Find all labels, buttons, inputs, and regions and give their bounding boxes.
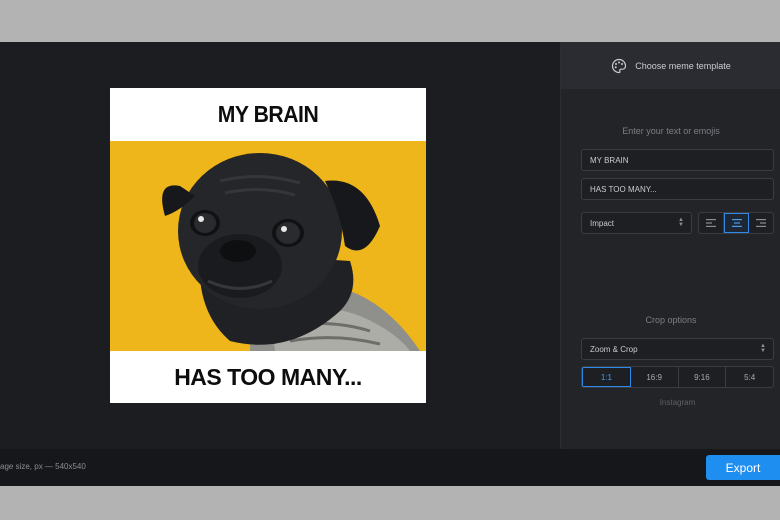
text-section-label: Enter your text or emojis xyxy=(622,126,720,136)
meme-preview[interactable]: MY BRAIN HAS TOO MANY... xyxy=(110,88,426,403)
ratio-16-9-button[interactable]: 16:9 xyxy=(631,367,679,387)
choose-template-button[interactable]: Choose meme template xyxy=(561,42,780,89)
ratio-9-16-button[interactable]: 9:16 xyxy=(679,367,727,387)
bottom-text-input[interactable]: HAS TOO MANY... xyxy=(581,178,774,200)
canvas-area: MY BRAIN HAS TOO MANY... xyxy=(0,42,560,449)
editor-sidebar: Choose meme template Enter your text or … xyxy=(560,42,780,449)
align-right-button[interactable] xyxy=(749,213,773,233)
ratio-5-4-button[interactable]: 5:4 xyxy=(726,367,773,387)
select-arrows-icon: ▲ ▼ xyxy=(760,343,766,354)
crop-section-label: Crop options xyxy=(645,315,697,325)
ratio-1-1-button[interactable]: 1:1 xyxy=(582,367,631,387)
choose-template-label: Choose meme template xyxy=(635,60,731,71)
top-text-input[interactable]: MY BRAIN xyxy=(581,149,774,171)
alignment-group xyxy=(698,212,774,234)
aspect-ratio-group: 1:1 16:9 9:16 5:4 xyxy=(581,366,774,388)
palette-icon xyxy=(612,58,627,73)
select-arrows-icon: ▲ ▼ xyxy=(678,217,684,228)
meme-photo xyxy=(110,141,426,351)
export-button[interactable]: Export xyxy=(706,455,780,480)
align-left-button[interactable] xyxy=(699,213,724,233)
image-size-label: age size, px — 540x540 xyxy=(0,462,86,471)
align-center-button[interactable] xyxy=(723,213,750,233)
meme-editor-app: MY BRAIN HAS TOO MANY... Choose meme tem… xyxy=(0,42,780,486)
crop-mode-select[interactable]: Zoom & Crop ▲ ▼ xyxy=(581,338,774,360)
bottom-bar: age size, px — 540x540 Export xyxy=(0,449,780,486)
align-left-icon xyxy=(705,219,716,227)
font-select[interactable]: Impact ▲ ▼ xyxy=(581,212,692,234)
align-center-icon xyxy=(731,219,742,227)
meme-top-caption[interactable]: MY BRAIN xyxy=(122,88,414,141)
font-select-value: Impact xyxy=(590,218,615,228)
meme-bottom-caption[interactable]: HAS TOO MANY... xyxy=(110,351,426,403)
align-right-icon xyxy=(756,219,767,227)
pug-illustration xyxy=(162,153,420,351)
ratio-caption: Instagram xyxy=(659,398,696,407)
crop-mode-value: Zoom & Crop xyxy=(590,344,638,354)
